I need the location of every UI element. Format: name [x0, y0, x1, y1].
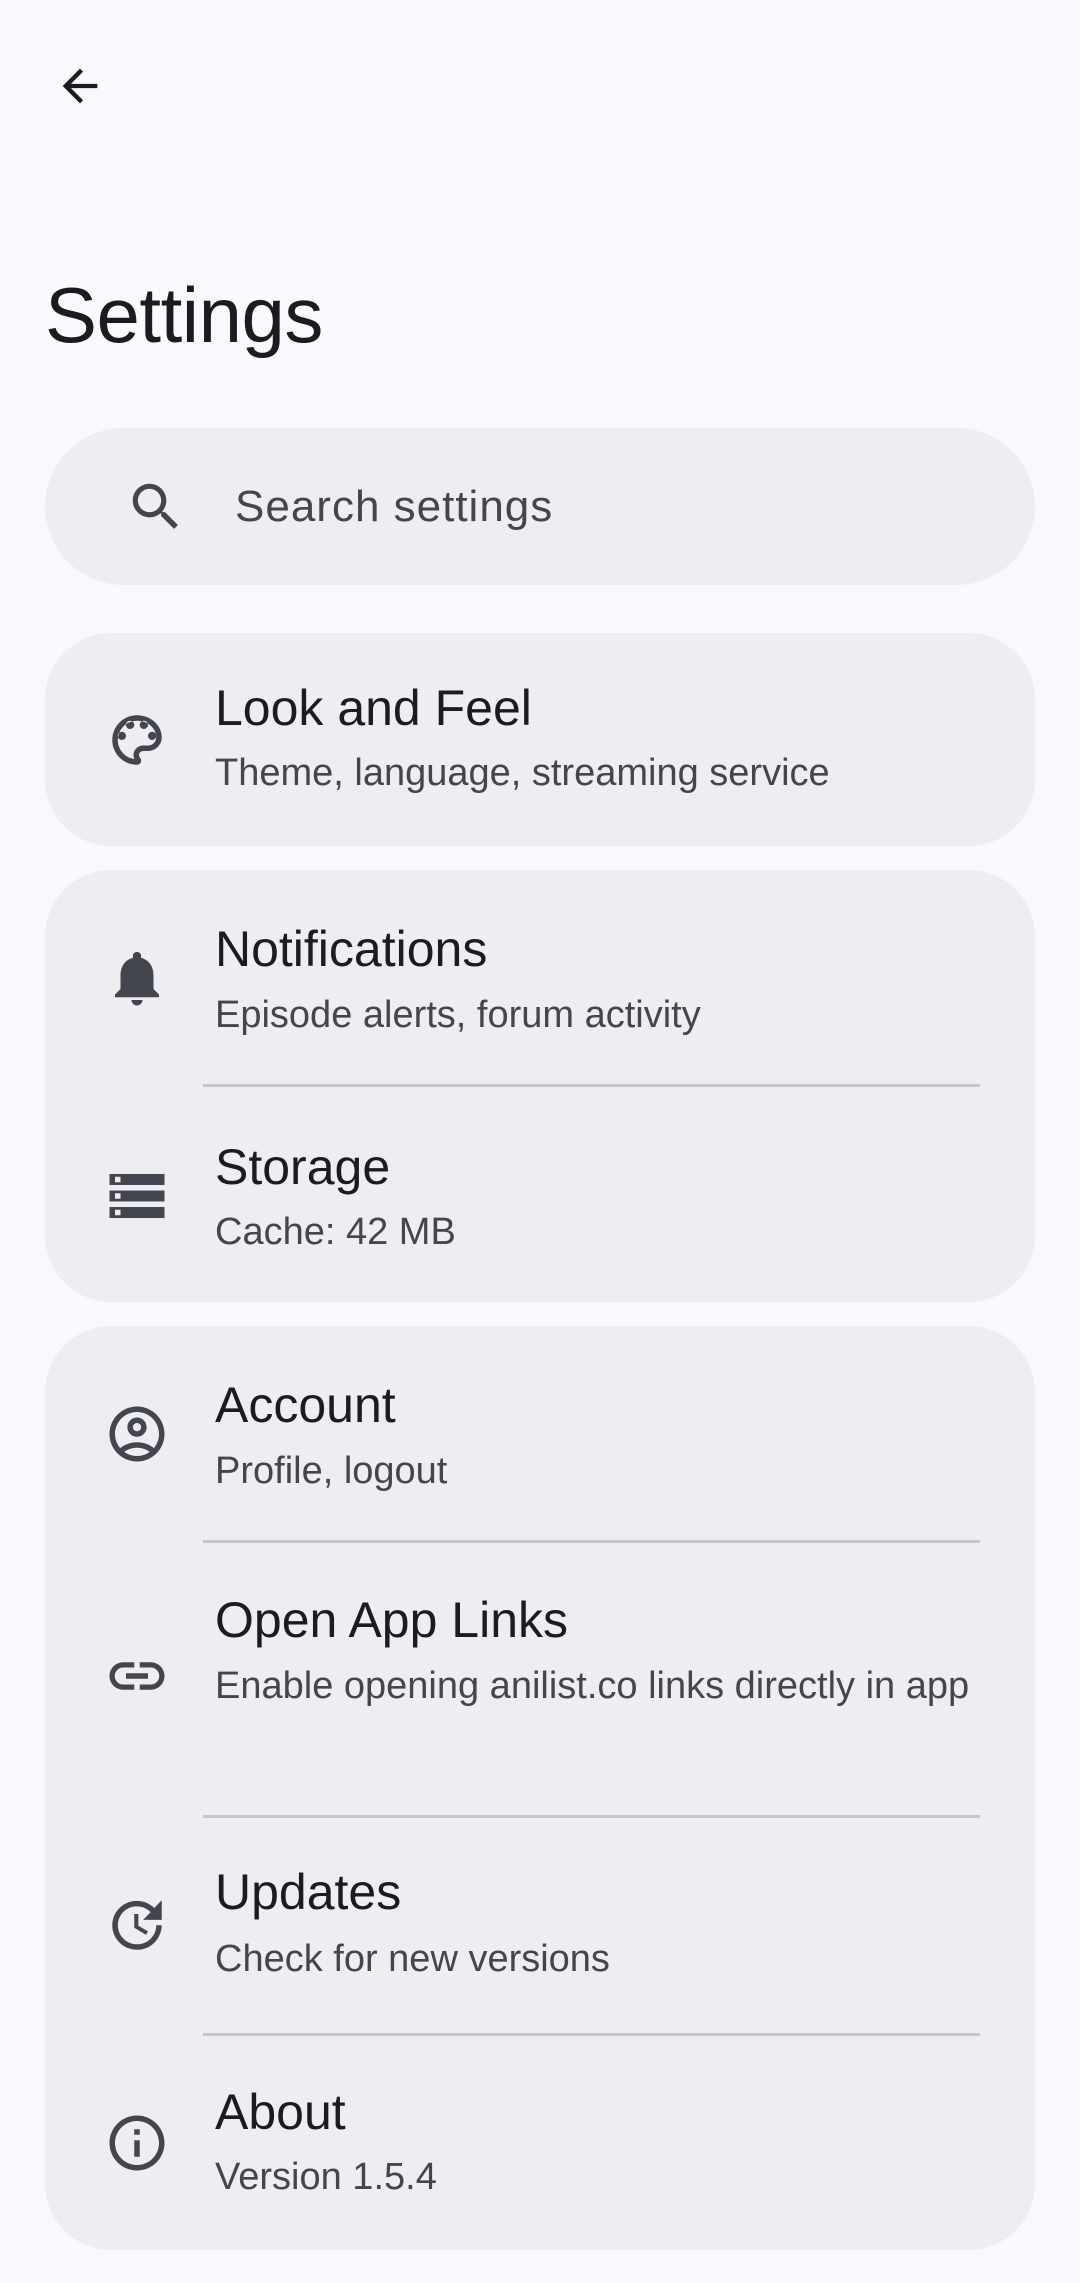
settings-item-title: Look and Feel [215, 680, 532, 736]
search-input[interactable]: Search settings [235, 482, 553, 532]
settings-item-account[interactable]: Account Profile, logout [45, 1326, 1035, 1541]
bell-icon [104, 945, 170, 1011]
settings-screen: Settings Search settings Look and Feel T… [0, 0, 1080, 2283]
back-button[interactable] [34, 40, 126, 132]
settings-group-appearance: Look and Feel Theme, language, streaming… [45, 633, 1035, 846]
settings-item-subtitle: Cache: 42 MB [215, 1211, 456, 1253]
settings-item-subtitle: Theme, language, streaming service [215, 752, 830, 794]
search-bar[interactable]: Search settings [45, 428, 1035, 585]
settings-item-title: Notifications [215, 921, 488, 977]
settings-group-device: Notifications Episode alerts, forum acti… [45, 870, 1035, 1302]
settings-item-title: Open App Links [215, 1592, 569, 1648]
settings-item-subtitle: Version 1.5.4 [215, 2156, 437, 2198]
settings-item-look-and-feel[interactable]: Look and Feel Theme, language, streaming… [45, 633, 1035, 846]
settings-item-subtitle: Episode alerts, forum activity [215, 994, 701, 1036]
search-icon [125, 476, 187, 538]
settings-item-title: About [215, 2084, 346, 2140]
palette-icon [104, 707, 170, 773]
settings-item-subtitle: Profile, logout [215, 1450, 448, 1492]
settings-item-subtitle: Enable opening anilist.co links directly… [215, 1665, 970, 1707]
update-icon [104, 1892, 170, 1958]
settings-item-about[interactable]: About Version 1.5.4 [45, 2033, 1035, 2250]
account-circle-icon [104, 1401, 170, 1467]
page-title: Settings [45, 271, 323, 359]
settings-item-notifications[interactable]: Notifications Episode alerts, forum acti… [45, 870, 1035, 1086]
settings-item-title: Storage [215, 1139, 391, 1195]
settings-item-subtitle: Check for new versions [215, 1938, 610, 1980]
link-icon [104, 1643, 170, 1709]
settings-item-title: Account [215, 1377, 396, 1433]
settings-item-open-app-links[interactable]: Open App Links Enable opening anilist.co… [45, 1541, 1035, 1815]
info-icon [104, 2110, 170, 2176]
storage-icon [104, 1163, 170, 1229]
settings-group-app: Account Profile, logout Open App Links E… [45, 1326, 1035, 2250]
settings-item-title: Updates [215, 1864, 402, 1920]
settings-item-storage[interactable]: Storage Cache: 42 MB [45, 1086, 1035, 1302]
arrow-back-icon [54, 60, 106, 112]
settings-item-updates[interactable]: Updates Check for new versions [45, 1815, 1035, 2033]
